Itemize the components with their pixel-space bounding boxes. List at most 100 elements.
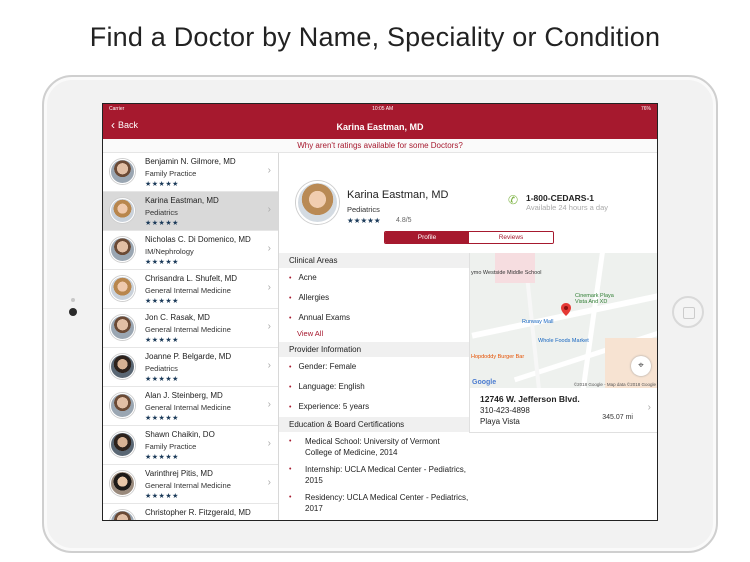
doctor-name: Nicholas C. Di Domenico, MD — [145, 235, 251, 244]
doctor-specialty: General Internal Medicine — [145, 325, 231, 334]
profile-info: Clinical Areas • Acne • Allergies • Annual … — [279, 253, 469, 520]
profile-rating-score: 4.8/5 — [396, 217, 412, 224]
doctor-name: Karina Eastman, MD — [145, 196, 219, 205]
avatar — [110, 237, 135, 262]
view-all-link[interactable]: View All — [279, 328, 469, 342]
camera-icon — [69, 308, 77, 316]
provider-experience: Experience: 5 years — [298, 402, 370, 411]
doctor-specialty: Family Practice — [145, 442, 197, 451]
back-button[interactable]: ‹ Back — [111, 119, 138, 131]
doctor-row-selected[interactable]: Karina Eastman, MD Pediatrics ★★★★★ › — [103, 192, 278, 231]
chevron-right-icon: › — [267, 243, 271, 254]
doctor-name: Varinthrej Pitis, MD — [145, 469, 213, 478]
list-item: • Gender: Female — [279, 357, 469, 377]
avatar — [110, 198, 135, 223]
sensor-dot — [71, 298, 75, 302]
doctor-row[interactable]: Joanne P. Belgarde, MD Pediatrics ★★★★★ … — [103, 348, 278, 387]
list-item: • Allergies — [279, 288, 469, 308]
nav-title: Karina Eastman, MD — [336, 121, 424, 132]
bullet-icon: • — [289, 364, 292, 371]
avatar — [110, 354, 135, 379]
doctor-specialty: Pediatrics — [145, 364, 178, 373]
google-logo: Google — [472, 379, 497, 386]
chevron-right-icon: › — [267, 399, 271, 410]
nav-bar: ‹ Back Karina Eastman, MD — [103, 114, 657, 139]
star-rating: ★★★★★ — [145, 259, 179, 266]
clinical-areas-heading: Clinical Areas — [279, 253, 469, 268]
doctor-name: Christopher R. Fitzgerald, MD — [145, 508, 251, 517]
doctor-name: Alan J. Steinberg, MD — [145, 391, 223, 400]
map-label-runway: Runway Mall — [522, 319, 554, 325]
bullet-icon: • — [289, 295, 292, 302]
map-label-burger: Hopdoddy Burger Bar — [471, 354, 525, 360]
phone-icon[interactable]: ✆ — [508, 194, 520, 206]
star-rating: ★★★★★ — [145, 220, 179, 227]
doctor-specialty: General Internal Medicine — [145, 481, 231, 490]
status-bar: Carrier 10:05 AM 76% — [103, 104, 657, 114]
doctor-row[interactable]: Jon C. Rasak, MD General Internal Medici… — [103, 309, 278, 348]
list-item: • Acne — [279, 268, 469, 288]
doctor-photo — [296, 181, 339, 224]
education-entry: Internship: UCLA Medical Center - Pediat… — [305, 465, 466, 485]
chevron-right-icon: › — [267, 204, 271, 215]
education-heading: Education & Board Certifications — [279, 417, 469, 432]
map-label-cinemark: Cinemark Playa Vista And XD — [575, 293, 614, 305]
bullet-icon: • — [289, 438, 292, 445]
avatar — [110, 471, 135, 496]
bullet-icon: • — [289, 384, 292, 391]
list-item: • Experience: 5 years — [279, 397, 469, 417]
doctor-name: Jon C. Rasak, MD — [145, 313, 210, 322]
bullet-icon: • — [289, 315, 292, 322]
doctor-row[interactable]: Benjamin N. Gilmore, MD Family Practice … — [103, 153, 278, 192]
chevron-right-icon: › — [267, 360, 271, 371]
profile-specialty: Pediatrics — [347, 205, 380, 214]
list-item: • Residency: UCLA Medical Center - Pediat… — [279, 488, 469, 516]
map-road — [578, 253, 607, 388]
provider-gender: Gender: Female — [298, 362, 357, 371]
avatar — [110, 432, 135, 457]
map-road — [471, 293, 657, 339]
star-rating: ★★★★★ — [145, 298, 179, 305]
avatar — [110, 510, 135, 520]
doctor-row[interactable]: Varinthrej Pitis, MD General Internal Me… — [103, 465, 278, 504]
headline: Find a Doctor by Name, Speciality or Con… — [89, 22, 661, 52]
map-label-whole-foods: Whole Foods Market — [538, 338, 589, 344]
doctor-name: Shawn Chaikin, DO — [145, 430, 215, 439]
doctor-row[interactable]: Chrisandra L. Shufelt, MD General Intern… — [103, 270, 278, 309]
provider-language: Language: English — [298, 382, 365, 391]
time-label: 10:05 AM — [372, 106, 394, 112]
address-card[interactable]: 12746 W. Jefferson Blvd. 310-423-4898 Pl… — [469, 388, 657, 433]
map-pin-icon — [561, 303, 571, 316]
profile-name: Karina Eastman, MD — [347, 189, 449, 201]
chevron-right-icon: › — [267, 165, 271, 176]
chevron-right-icon: › — [267, 438, 271, 449]
tab-profile[interactable]: Profile — [385, 232, 469, 243]
bullet-icon: • — [289, 404, 292, 411]
phone-hours: Available 24 hours a day — [526, 203, 609, 212]
doctor-list[interactable]: Benjamin N. Gilmore, MD Family Practice … — [103, 153, 279, 520]
avatar — [110, 393, 135, 418]
home-button[interactable] — [672, 296, 704, 328]
profile-star-rating: ★★★★★ — [347, 216, 381, 225]
doctor-row[interactable]: Nicholas C. Di Domenico, MD IM/Nephrolog… — [103, 231, 278, 270]
avatar — [110, 159, 135, 184]
star-rating: ★★★★★ — [145, 493, 179, 500]
address-distance: 345.07 mi — [602, 414, 633, 421]
doctor-specialty: Family Practice — [145, 169, 197, 178]
list-item: • Medical School: University of Vermont C… — [279, 432, 469, 460]
list-item: • Language: English — [279, 377, 469, 397]
doctor-row[interactable]: Christopher R. Fitzgerald, MD — [103, 504, 278, 520]
ratings-info-link[interactable]: Why aren't ratings available for some Do… — [103, 139, 657, 153]
doctor-row[interactable]: Shawn Chaikin, DO Family Practice ★★★★★ … — [103, 426, 278, 465]
location-map[interactable]: ymo Westside Middle School Cinemark Play… — [469, 253, 657, 388]
doctor-detail: Karina Eastman, MD Pediatrics ★★★★★ 4.8/… — [279, 153, 657, 520]
clinical-area: Acne — [298, 273, 317, 282]
chevron-right-icon: › — [267, 282, 271, 293]
bullet-icon: • — [289, 275, 292, 282]
doctor-row[interactable]: Alan J. Steinberg, MD General Internal M… — [103, 387, 278, 426]
phone-number[interactable]: 1-800-CEDARS-1 — [526, 193, 594, 203]
doctor-specialty: General Internal Medicine — [145, 286, 231, 295]
avatar — [110, 276, 135, 301]
my-location-icon[interactable]: ⌖ — [631, 356, 651, 376]
tab-reviews[interactable]: Reviews — [469, 232, 553, 243]
